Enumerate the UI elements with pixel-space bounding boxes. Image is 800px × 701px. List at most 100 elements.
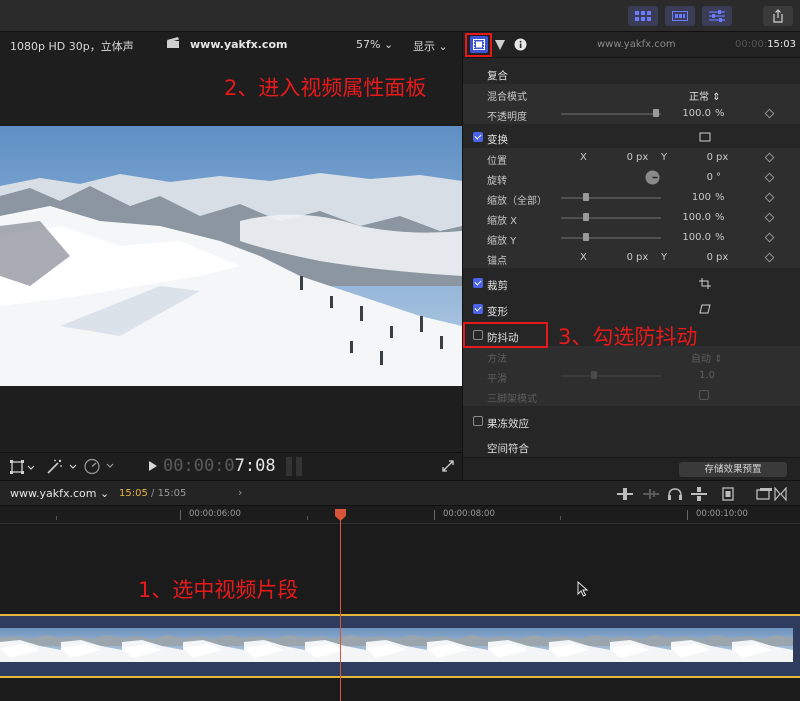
- opacity-slider-knob[interactable]: [653, 109, 659, 117]
- clip-filmstrip: [0, 628, 793, 662]
- scale-y-value[interactable]: 100.0: [681, 232, 711, 243]
- share-button[interactable]: [763, 6, 793, 26]
- transform-checkbox[interactable]: [473, 132, 483, 142]
- timeline-icon: [672, 11, 688, 21]
- scale-x-slider[interactable]: [561, 217, 661, 219]
- playhead-handle[interactable]: [335, 509, 346, 524]
- annotation-step2: 2、进入视频属性面板: [224, 76, 427, 100]
- timeline-toggle-button[interactable]: [665, 6, 695, 26]
- timecode-bright: 7:08: [234, 456, 276, 476]
- opacity-unit: %: [715, 108, 725, 119]
- annotation-box-stabilization: [463, 322, 548, 348]
- keyframe-icon[interactable]: [764, 232, 775, 243]
- magic-wand-icon: [47, 459, 77, 474]
- play-button[interactable]: [148, 460, 158, 475]
- scale-all-value[interactable]: 100: [681, 192, 711, 203]
- updown-chevron-icon: ⇕: [712, 92, 721, 103]
- display-dropdown[interactable]: 显示 ⌄: [413, 38, 448, 54]
- crop-icon: [699, 278, 711, 289]
- video-clip[interactable]: [0, 614, 800, 678]
- keyframe-icon[interactable]: [764, 152, 775, 163]
- transform-onscreen-button[interactable]: [699, 132, 711, 145]
- project-dropdown[interactable]: www.yakfx.com ⌄: [10, 487, 109, 500]
- fullscreen-button[interactable]: [442, 460, 454, 475]
- distort-onscreen-button[interactable]: [699, 304, 711, 317]
- crop-section[interactable]: 裁剪: [463, 274, 800, 294]
- keyframe-icon[interactable]: [764, 252, 775, 263]
- crop-onscreen-button[interactable]: [699, 278, 711, 292]
- scale-x-value[interactable]: 100.0: [681, 212, 711, 223]
- timeline-area[interactable]: [0, 524, 800, 701]
- keyframe-icon[interactable]: [764, 172, 775, 183]
- info-inspector-tab[interactable]: [514, 38, 527, 54]
- rolling-shutter-section[interactable]: 果冻效应: [463, 412, 800, 432]
- anchor-x-value[interactable]: 0: [613, 252, 633, 263]
- opacity-value[interactable]: 100.0: [681, 108, 711, 119]
- smoothing-slider[interactable]: [561, 375, 661, 377]
- scale-y-row: 缩放 Y 100.0 %: [463, 228, 800, 248]
- scale-y-label: 缩放 Y: [487, 236, 517, 247]
- method-value: 自动: [691, 354, 711, 365]
- ruler-tick: [307, 516, 308, 520]
- spatial-conform-section[interactable]: 空间符合: [463, 437, 800, 457]
- ruler-tick: [56, 516, 57, 520]
- transform-tool-button[interactable]: [10, 460, 36, 477]
- enhance-button[interactable]: [46, 459, 78, 478]
- crop-checkbox[interactable]: [473, 278, 483, 288]
- rolling-shutter-checkbox[interactable]: [473, 416, 483, 426]
- playhead[interactable]: [340, 512, 341, 701]
- rotation-unit: °: [716, 172, 721, 183]
- zoom-value: 57%: [356, 38, 381, 51]
- display-label: 显示: [413, 40, 435, 53]
- browser-toggle-button[interactable]: [628, 6, 658, 26]
- anchor-y-unit: px: [716, 252, 729, 263]
- scale-x-slider-knob[interactable]: [583, 213, 589, 221]
- rolling-shutter-label: 果冻效应: [487, 418, 529, 430]
- chevron-right-icon[interactable]: ›: [238, 486, 242, 499]
- keyframe-icon[interactable]: [764, 108, 775, 119]
- audio-meter-right: [296, 457, 302, 476]
- clapper-icon: [166, 36, 180, 52]
- clip-appearance-button[interactable]: [617, 486, 787, 504]
- position-x-label: X: [580, 152, 587, 163]
- timeline-ruler[interactable]: 00:00:06:00 00:00:08:00 00:00:10:00: [0, 506, 800, 524]
- ruler-tick: [687, 510, 688, 520]
- distort-icon: [699, 304, 711, 314]
- transform-section[interactable]: 变换: [463, 128, 800, 148]
- keyframe-icon[interactable]: [764, 192, 775, 203]
- position-y-value[interactable]: 0: [693, 152, 713, 163]
- scale-y-slider-knob[interactable]: [583, 233, 589, 241]
- scale-all-slider-knob[interactable]: [583, 193, 589, 201]
- distort-section[interactable]: 变形: [463, 300, 800, 320]
- smoothing-value[interactable]: 1.0: [695, 370, 715, 381]
- scale-all-row: 缩放（全部） 100 %: [463, 188, 800, 208]
- blend-mode-select[interactable]: 正常 ⇕: [689, 88, 721, 103]
- ruler-tick: [560, 516, 561, 520]
- grid-icon: [635, 11, 651, 21]
- rotation-dial[interactable]: [645, 170, 660, 188]
- scale-all-label: 缩放（全部）: [487, 196, 547, 207]
- smoothing-slider-knob[interactable]: [591, 371, 597, 379]
- composite-section[interactable]: 复合: [463, 64, 800, 84]
- opacity-slider[interactable]: [561, 113, 661, 115]
- color-inspector-tab[interactable]: [494, 39, 506, 54]
- distort-checkbox[interactable]: [473, 304, 483, 314]
- inspector-duration: 00:00:15:03: [735, 39, 796, 50]
- keyframe-icon[interactable]: [764, 212, 775, 223]
- scale-y-slider[interactable]: [561, 237, 661, 239]
- video-frame: [0, 126, 462, 386]
- inspector-toggle-button[interactable]: [702, 6, 732, 26]
- duration-total: / 15:05: [151, 488, 187, 499]
- scale-all-slider[interactable]: [561, 197, 661, 199]
- timecode-dim: 00:00:0: [163, 456, 235, 476]
- blend-mode-label: 混合模式: [487, 92, 527, 103]
- rotation-value[interactable]: 0: [693, 172, 713, 183]
- play-icon: [149, 461, 157, 471]
- anchor-y-value[interactable]: 0: [693, 252, 713, 263]
- position-x-value[interactable]: 0: [613, 152, 633, 163]
- speed-button[interactable]: [84, 458, 118, 478]
- method-select[interactable]: 自动 ⇕: [691, 350, 723, 365]
- tripod-checkbox[interactable]: [699, 390, 709, 400]
- zoom-dropdown[interactable]: 57% ⌄: [356, 38, 393, 51]
- save-preset-button[interactable]: 存储效果预置: [679, 462, 787, 477]
